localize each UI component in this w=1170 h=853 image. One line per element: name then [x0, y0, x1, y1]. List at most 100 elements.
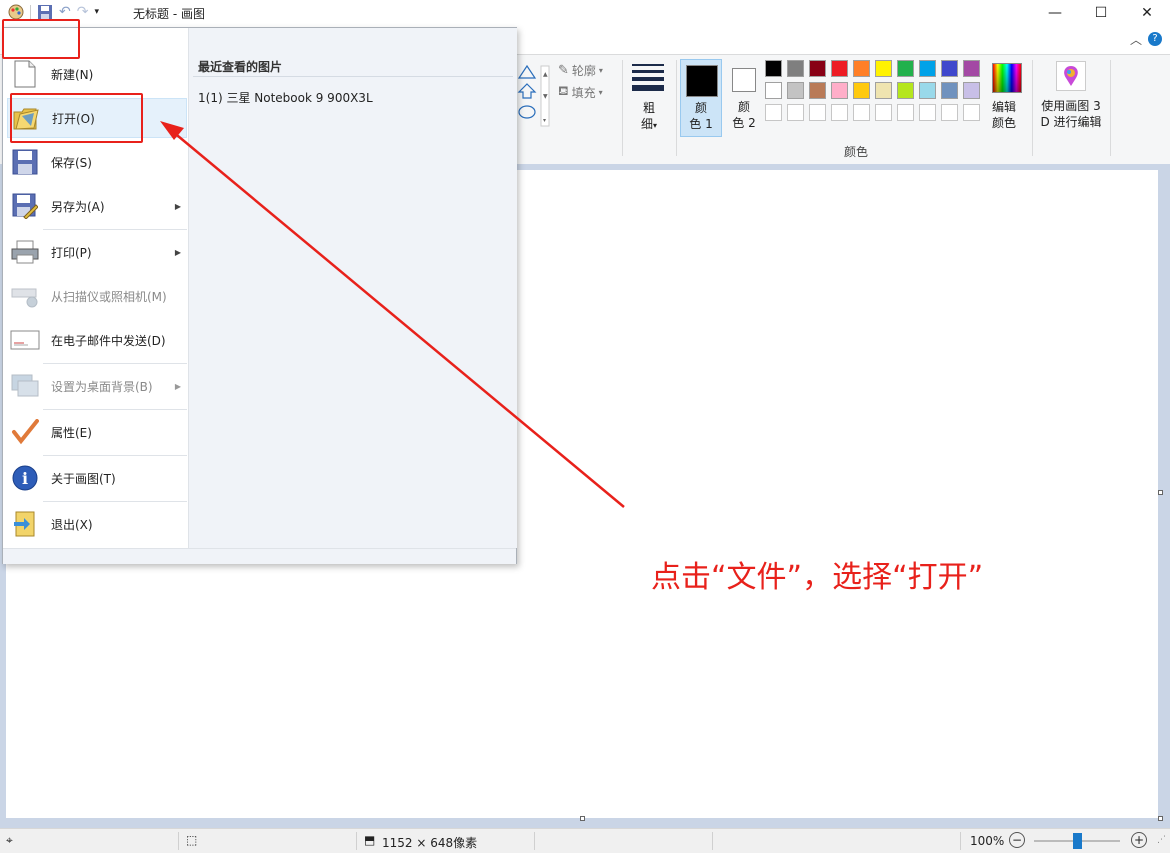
menu-item-label: 从扫描仪或照相机(M) — [51, 289, 167, 304]
resize-grip-icon[interactable]: ⋰ — [1157, 835, 1166, 845]
color-swatch[interactable] — [963, 60, 980, 77]
annotation-text: 点击“文件”，选择“打开” — [651, 560, 984, 595]
custom-color-slot[interactable] — [897, 104, 914, 121]
resize-handle-bottom[interactable] — [580, 816, 585, 821]
svg-text:▼: ▼ — [543, 93, 548, 100]
color-swatch[interactable] — [831, 82, 848, 99]
quick-save-icon[interactable] — [37, 4, 53, 20]
menu-item-about[interactable]: i 关于画图(T) — [7, 458, 187, 498]
custom-color-slot[interactable] — [963, 104, 980, 121]
size-label-1: 粗 — [642, 101, 655, 115]
redo-icon[interactable]: ↷ — [77, 4, 89, 20]
color-2-button[interactable]: 颜 色 2 — [724, 59, 764, 137]
save-icon — [9, 146, 41, 178]
color-swatch[interactable] — [897, 60, 914, 77]
color-swatch[interactable] — [963, 82, 980, 99]
recent-pictures-panel: 最近查看的图片 1(1) 三星 Notebook 9 900X3L — [188, 28, 517, 548]
menu-item-print[interactable]: 打印(P) ▶ — [7, 232, 187, 272]
collapse-ribbon-icon[interactable]: ︿ — [1130, 31, 1142, 48]
color-swatch[interactable] — [765, 82, 782, 99]
custom-color-slot[interactable] — [765, 104, 782, 121]
color-swatch[interactable] — [941, 82, 958, 99]
menu-divider — [43, 229, 187, 230]
color-swatch[interactable] — [809, 60, 826, 77]
zoom-slider-thumb[interactable] — [1073, 833, 1082, 849]
colors-group: 颜 色 1 颜 色 2 编辑 颜色 颜色 — [680, 56, 1032, 160]
custom-color-slot[interactable] — [941, 104, 958, 121]
color-swatch[interactable] — [941, 60, 958, 77]
group-divider — [622, 60, 623, 156]
color-swatch[interactable] — [809, 82, 826, 99]
menu-item-save-as[interactable]: 另存为(A) ▶ — [7, 186, 187, 226]
color-2-label-2: 色 2 — [732, 116, 756, 130]
custom-color-slot[interactable] — [809, 104, 826, 121]
status-divider — [960, 832, 961, 850]
menu-item-new[interactable]: 新建(N) — [7, 54, 187, 94]
paint-3d-label-2: D 进行编辑 — [1040, 115, 1102, 129]
menu-item-exit[interactable]: 退出(X) — [7, 504, 187, 544]
help-icon[interactable]: ? — [1148, 32, 1162, 46]
close-button[interactable]: ✕ — [1124, 0, 1170, 26]
color-swatch[interactable] — [919, 82, 936, 99]
menu-item-save[interactable]: 保存(S) — [7, 142, 187, 182]
custom-color-slot[interactable] — [787, 104, 804, 121]
color-swatch[interactable] — [831, 60, 848, 77]
color-swatch[interactable] — [853, 82, 870, 99]
size-label-2: 细 — [640, 117, 653, 131]
edit-colors-button[interactable]: 编辑 颜色 — [988, 59, 1032, 137]
resize-handle-corner[interactable] — [1158, 816, 1163, 821]
canvas-dimensions: 1152 × 648像素 — [382, 836, 478, 850]
window-title: 无标题 - 画图 — [133, 7, 205, 21]
color-swatch[interactable] — [897, 82, 914, 99]
color-swatch[interactable] — [765, 60, 782, 77]
menu-divider — [43, 363, 187, 364]
info-icon: i — [9, 462, 41, 494]
recent-divider — [193, 76, 513, 77]
color-1-swatch — [686, 65, 718, 97]
svg-text:i: i — [22, 469, 28, 488]
submenu-arrow-icon: ▶ — [174, 381, 181, 391]
fill-button[interactable]: ⛾ 填充 ▾ — [558, 84, 603, 101]
maximize-button[interactable]: ☐ — [1078, 0, 1124, 26]
menu-divider — [43, 501, 187, 502]
color-swatch[interactable] — [787, 60, 804, 77]
menu-item-email[interactable]: 在电子邮件中发送(D) — [7, 320, 187, 360]
paint-app-icon[interactable] — [8, 4, 24, 20]
color-swatch[interactable] — [875, 82, 892, 99]
color-swatch[interactable] — [919, 60, 936, 77]
zoom-in-button[interactable]: + — [1131, 832, 1147, 848]
menu-item-label: 保存(S) — [51, 155, 92, 170]
resize-handle-right[interactable] — [1158, 490, 1163, 495]
recent-item[interactable]: 1(1) 三星 Notebook 9 900X3L — [198, 89, 373, 106]
file-tab-highlight — [2, 19, 80, 59]
undo-icon[interactable]: ↶ — [59, 4, 71, 20]
zoom-out-button[interactable]: − — [1009, 832, 1025, 848]
menu-item-label: 打印(P) — [51, 245, 92, 260]
email-icon — [9, 324, 41, 356]
menu-item-desktop-background[interactable]: 设置为桌面背景(B) ▶ — [7, 366, 187, 406]
custom-color-slot[interactable] — [919, 104, 936, 121]
shapes-gallery[interactable]: ▲ ▼ ▾ — [515, 56, 555, 160]
group-divider — [1110, 60, 1111, 156]
outline-button[interactable]: ✎ 轮廓 ▾ — [558, 62, 603, 79]
paint-3d-button[interactable]: 使用画图 3 D 进行编辑 — [1036, 56, 1106, 160]
customize-toolbar-icon[interactable]: ▾ — [94, 7, 99, 17]
color-swatch[interactable] — [787, 82, 804, 99]
minimize-button[interactable]: — — [1032, 0, 1078, 26]
color-swatch[interactable] — [853, 60, 870, 77]
menu-item-scanner[interactable]: 从扫描仪或照相机(M) — [7, 276, 187, 316]
selection-size-icon: ⬚ — [186, 833, 198, 847]
quick-access-toolbar: ↶ ↷ ▾ — [8, 4, 99, 20]
custom-color-slot[interactable] — [831, 104, 848, 121]
fill-bucket-icon: ⛾ — [558, 84, 569, 99]
custom-color-slot[interactable] — [875, 104, 892, 121]
size-button[interactable]: 粗 细▾ — [626, 56, 672, 160]
status-bar: ⌖ ⬚ ⬒ 1152 × 648像素 100% − + ⋰ — [0, 828, 1170, 853]
color-1-button[interactable]: 颜 色 1 — [680, 59, 722, 137]
new-file-icon — [9, 58, 41, 90]
outline-icon: ✎ — [558, 63, 569, 78]
exit-icon — [9, 508, 41, 540]
menu-item-properties[interactable]: 属性(E) — [7, 412, 187, 452]
custom-color-slot[interactable] — [853, 104, 870, 121]
color-swatch[interactable] — [875, 60, 892, 77]
